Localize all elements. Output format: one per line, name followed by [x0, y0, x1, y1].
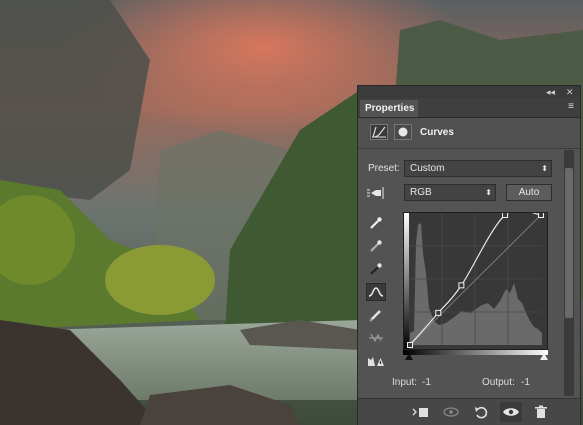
toggle-visibility-button[interactable] — [500, 402, 522, 422]
auto-button[interactable]: Auto — [506, 184, 552, 201]
panel-tab-bar: Properties ≡ — [358, 98, 580, 118]
black-eyedropper-icon — [370, 263, 382, 275]
delete-button[interactable] — [530, 402, 552, 422]
preset-value: Custom — [410, 163, 445, 174]
pencil-icon — [369, 310, 381, 322]
black-eyedropper-tool[interactable] — [366, 260, 386, 278]
curve-point-icon — [368, 287, 384, 297]
on-image-adjust-icon — [367, 187, 384, 199]
layer-mask-icon[interactable] — [394, 124, 412, 140]
dropdown-arrows-icon: ⬍ — [485, 188, 492, 197]
white-eyedropper-icon — [370, 217, 382, 229]
curves-graph[interactable] — [403, 209, 548, 350]
curve-control-point[interactable] — [458, 282, 465, 289]
preset-label: Preset: — [368, 163, 400, 174]
delete-icon — [535, 405, 547, 418]
gray-eyedropper-icon — [370, 240, 382, 252]
gray-eyedropper-tool[interactable] — [366, 237, 386, 255]
panel-footer — [358, 398, 580, 425]
curves-graph-canvas — [404, 209, 544, 349]
output-value: -1 — [521, 377, 530, 388]
collapse-panel-button[interactable]: ◂◂ — [546, 86, 555, 98]
curve-control-point[interactable] — [502, 212, 509, 218]
panel-scrollbar[interactable] — [564, 150, 574, 396]
curves-adjustment-icon[interactable] — [370, 124, 388, 140]
view-previous-icon — [443, 407, 459, 417]
view-previous-button[interactable] — [440, 402, 462, 422]
panel-menu-icon[interactable]: ≡ — [568, 102, 574, 112]
channel-value: RGB — [410, 187, 432, 198]
reset-button[interactable] — [470, 402, 492, 422]
channel-dropdown[interactable]: RGB ⬍ — [404, 184, 496, 201]
dropdown-arrows-icon: ⬍ — [541, 164, 548, 173]
reset-icon — [475, 406, 488, 419]
on-image-adjust-tool[interactable] — [366, 184, 386, 202]
clipping-warning-tool[interactable] — [366, 352, 386, 370]
clip-to-layer-button[interactable] — [410, 402, 432, 422]
smooth-icon — [369, 333, 383, 343]
clip-to-layer-icon — [412, 408, 428, 417]
tab-properties[interactable]: Properties — [360, 100, 418, 117]
smooth-tool[interactable] — [366, 329, 386, 347]
panel-title-strip: ◂◂ ✕ — [358, 86, 580, 98]
visibility-eye-icon — [503, 408, 519, 416]
white-eyedropper-tool[interactable] — [366, 214, 386, 232]
vertical-gradient-bar — [404, 213, 409, 349]
curve-control-point[interactable] — [407, 342, 413, 348]
curve-control-point[interactable] — [538, 212, 544, 218]
histogram — [410, 223, 542, 345]
properties-panel: ◂◂ ✕ Properties ≡ Curves Preset: Custom … — [357, 85, 581, 425]
black-point-slider[interactable] — [405, 353, 413, 360]
scrollbar-thumb[interactable] — [565, 168, 573, 318]
pencil-tool[interactable] — [366, 306, 386, 324]
close-panel-button[interactable]: ✕ — [566, 86, 574, 98]
preset-dropdown[interactable]: Custom ⬍ — [404, 160, 552, 177]
adjustment-title: Curves — [420, 127, 454, 138]
output-label: Output: — [482, 377, 515, 388]
white-point-slider[interactable] — [540, 353, 548, 360]
horizontal-gradient-bar — [403, 350, 548, 355]
curve-point-tool[interactable] — [366, 283, 386, 301]
adjustment-header: Curves — [358, 118, 580, 149]
curves-glyph-icon — [372, 126, 386, 138]
mask-circle-icon — [398, 127, 408, 137]
clipping-warning-icon — [368, 357, 384, 366]
input-value: -1 — [422, 377, 431, 388]
input-label: Input: — [392, 377, 418, 388]
curve-control-point[interactable] — [435, 309, 442, 316]
